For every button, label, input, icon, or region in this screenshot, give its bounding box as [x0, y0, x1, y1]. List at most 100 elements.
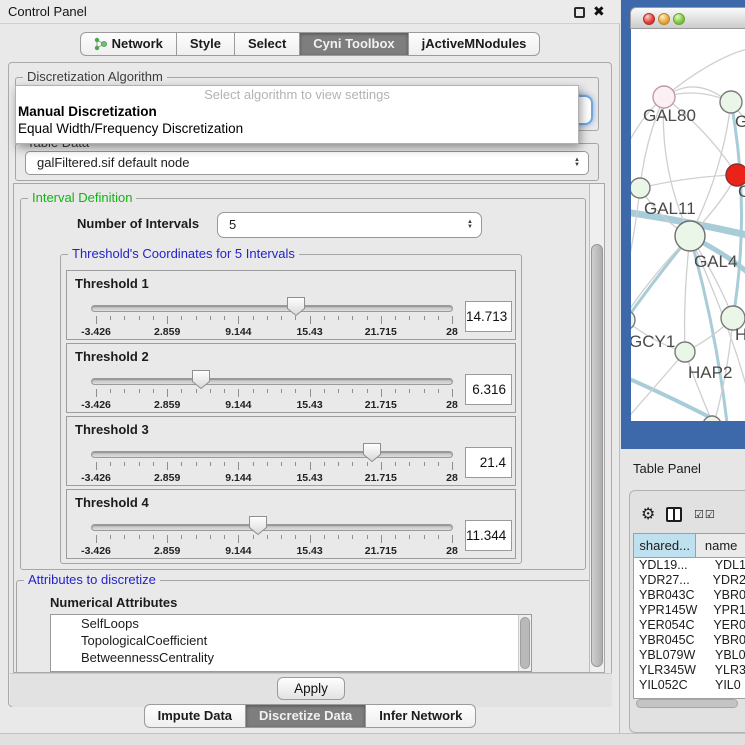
tick-label: 2.859: [135, 545, 199, 557]
numerical-attributes-list[interactable]: SelfLoopsTopologicalCoefficientBetweenne…: [50, 614, 532, 672]
mac-minimize-icon[interactable]: [658, 13, 670, 25]
columns-icon[interactable]: [666, 507, 682, 522]
cell-name[interactable]: YLR3: [709, 663, 745, 678]
tick-label: 15.43: [278, 399, 342, 411]
tab-impute-data[interactable]: Impute Data: [144, 704, 246, 728]
slider-track[interactable]: [91, 378, 453, 385]
tab-select[interactable]: Select: [235, 32, 300, 56]
cell-name[interactable]: YBL0: [709, 648, 745, 663]
table-horizontal-scrollbar[interactable]: [634, 699, 744, 708]
slider-thumb[interactable]: [362, 442, 382, 463]
cell-name[interactable]: YDL1: [709, 558, 745, 573]
mac-zoom-icon[interactable]: [673, 13, 685, 25]
network-node[interactable]: [653, 86, 675, 108]
algorithm-option-equal-width-frequency-discretization[interactable]: Equal Width/Frequency Discretization: [16, 120, 578, 137]
network-edge[interactable]: [731, 102, 742, 318]
tab-jactivemnodules[interactable]: jActiveMNodules: [409, 32, 541, 56]
table-row[interactable]: YBL079WYBL0: [634, 648, 745, 663]
table-data-combobox[interactable]: galFiltered.sif default node ▲▼: [25, 151, 589, 175]
cell-name[interactable]: YBR0: [707, 588, 745, 603]
slider-thumb[interactable]: [191, 369, 211, 390]
control-panel-window: Control Panel ✖ NetworkStyleSelectCyni T…: [0, 0, 620, 733]
column-header-shared[interactable]: shared...: [634, 534, 696, 557]
table-row[interactable]: YPR145WYPR1: [634, 603, 745, 618]
cell-name[interactable]: YER0: [707, 618, 745, 633]
cell-shared-name[interactable]: YLR345W: [634, 663, 709, 678]
attribute-list-item[interactable]: TopologicalCoefficient: [51, 632, 531, 649]
column-header-name[interactable]: name: [696, 534, 745, 557]
cell-name[interactable]: YDR2: [707, 573, 745, 588]
tab-cyni-toolbox[interactable]: Cyni Toolbox: [300, 32, 408, 56]
tick-label: 2.859: [135, 472, 199, 484]
mac-close-icon[interactable]: [643, 13, 655, 25]
threshold-value-field[interactable]: 11.344: [465, 520, 512, 551]
cell-shared-name[interactable]: YPR145W: [634, 603, 707, 618]
cell-shared-name[interactable]: YDL19...: [634, 558, 709, 573]
network-node[interactable]: [675, 221, 705, 251]
attribute-list-item[interactable]: SelfLoops: [51, 615, 531, 632]
tick-label: -3.426: [64, 545, 128, 557]
cell-shared-name[interactable]: YBR043C: [634, 588, 707, 603]
network-edge[interactable]: [685, 236, 690, 352]
tick-label: 21.715: [349, 472, 413, 484]
settings-vertical-scrollbar[interactable]: [589, 184, 604, 672]
network-edge[interactable]: [690, 102, 731, 236]
cell-shared-name[interactable]: YBR045C: [634, 633, 707, 648]
cell-shared-name[interactable]: YBL079W: [634, 648, 709, 663]
table-row[interactable]: YBR045CYBR0: [634, 633, 745, 648]
slider-thumb[interactable]: [286, 296, 306, 317]
tab-discretize-data[interactable]: Discretize Data: [246, 704, 366, 728]
cell-shared-name[interactable]: YER054C: [634, 618, 707, 633]
cell-name[interactable]: YIL0: [709, 678, 741, 693]
apply-button[interactable]: Apply: [277, 677, 345, 700]
algorithm-option-manual-discretization[interactable]: Manual Discretization: [16, 103, 578, 120]
tab-style[interactable]: Style: [177, 32, 235, 56]
slider-ticks: [91, 389, 453, 398]
attributes-list-scrollbar[interactable]: [518, 615, 531, 671]
table-row[interactable]: YIL052CYIL0: [634, 678, 745, 693]
node-table[interactable]: shared... name YDL19...YDL1YDR27...YDR2Y…: [633, 533, 745, 699]
cell-shared-name[interactable]: YIL052C: [634, 678, 709, 693]
tab-infer-network[interactable]: Infer Network: [366, 704, 476, 728]
gear-icon[interactable]: ⚙: [641, 504, 655, 524]
slider-thumb[interactable]: [248, 515, 268, 536]
table-row[interactable]: YBR043CYBR0: [634, 588, 745, 603]
slider-track[interactable]: [91, 524, 453, 531]
table-row[interactable]: YER054CYER0: [634, 618, 745, 633]
network-canvas[interactable]: GAL80GACGAL11GAL4GCY1HHAP2: [631, 29, 745, 421]
network-edge[interactable]: [640, 175, 737, 188]
slider-track[interactable]: [91, 451, 453, 458]
table-row[interactable]: YDL19...YDL1: [634, 558, 745, 573]
cell-name[interactable]: YPR1: [707, 603, 745, 618]
cyni-mode-tabbar: Impute DataDiscretize DataInfer Network: [0, 704, 620, 728]
algorithm-placeholder-option[interactable]: Select algorithm to view settings: [16, 86, 578, 103]
checkboxes-icon[interactable]: ☑☑: [694, 508, 716, 521]
number-of-intervals-combobox[interactable]: 5 ▲▼: [217, 212, 482, 238]
network-node[interactable]: [631, 178, 650, 198]
cyni-toolbox-panel: Discretization Algorithm Select algorith…: [8, 62, 612, 707]
network-node[interactable]: [675, 342, 695, 362]
network-node[interactable]: [720, 91, 742, 113]
tab-network[interactable]: Network: [80, 32, 177, 56]
settings-scroll-viewport: Interval Definition Number of Intervals …: [13, 183, 605, 673]
close-icon[interactable]: ✖: [593, 3, 605, 20]
threshold-panel-1: Threshold 1-3.4262.8599.14415.4321.71528…: [66, 270, 516, 340]
cell-name[interactable]: YBR0: [707, 633, 745, 648]
network-edge[interactable]: [631, 236, 690, 324]
slider-track[interactable]: [91, 305, 453, 312]
threshold-value-field[interactable]: 14.713: [465, 301, 512, 332]
threshold-label: Threshold 1: [75, 276, 149, 291]
float-window-icon[interactable]: [574, 7, 585, 18]
threshold-value-field[interactable]: 21.4: [465, 447, 512, 478]
numerical-attributes-label: Numerical Attributes: [50, 595, 177, 610]
cell-shared-name[interactable]: YDR27...: [634, 573, 707, 588]
table-row[interactable]: YLR345WYLR3: [634, 663, 745, 678]
network-edge[interactable]: [631, 188, 640, 279]
table-row[interactable]: YDR27...YDR2: [634, 573, 745, 588]
number-of-intervals-value: 5: [229, 213, 236, 237]
network-edge[interactable]: [631, 352, 685, 421]
threshold-value-field[interactable]: 6.316: [465, 374, 512, 405]
threshold-label: Threshold 4: [75, 495, 149, 510]
network-node-label: HAP2: [688, 363, 732, 382]
attribute-list-item[interactable]: BetweennessCentrality: [51, 649, 531, 666]
